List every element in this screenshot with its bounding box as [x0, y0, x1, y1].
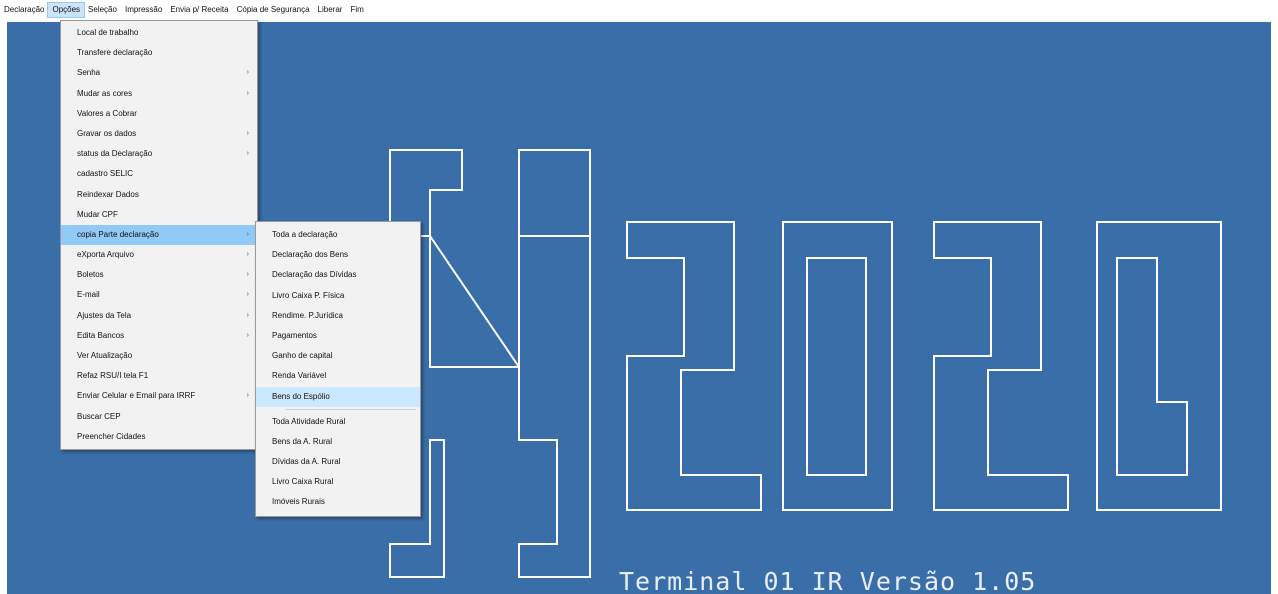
menu-envia-receita[interactable]: Envia p/ Receita	[166, 3, 232, 17]
menu-item-local-de-trabalho[interactable]: Local de trabalho	[61, 23, 257, 43]
submenu-arrow-icon: ›	[246, 392, 249, 400]
menu-item-e-mail[interactable]: E-mail ›	[61, 285, 257, 305]
submenu-item-declaracao-dos-bens[interactable]: Declaração dos Bens	[256, 245, 420, 265]
submenu-arrow-icon: ›	[246, 230, 249, 238]
opcoes-dropdown-menu: Local de trabalho Transfere declaração Sen…	[60, 20, 258, 450]
menu-item-valores-a-cobrar[interactable]: Valores a Cobrar	[61, 104, 257, 124]
menu-item-mudar-as-cores[interactable]: Mudar as cores ›	[61, 84, 257, 104]
logo-digit-2-a	[626, 221, 762, 511]
menu-item-label: Enviar Celular e Email para IRRF	[77, 391, 196, 401]
menu-item-mudar-cpf[interactable]: Mudar CPF	[61, 205, 257, 225]
menu-item-status-da-declaracao[interactable]: status da Declaração ›	[61, 144, 257, 164]
submenu-item-livro-caixa-p-fisica[interactable]: Livro Caixa P. Física	[256, 286, 420, 306]
logo-i-stem	[429, 232, 591, 578]
menu-item-cadastro-selic[interactable]: cadastro SELIC	[61, 164, 257, 184]
menu-item-ver-atualizacao[interactable]: Ver Atualização	[61, 346, 257, 366]
menu-item-label: Reindexar Dados	[77, 189, 139, 199]
menu-item-label: copia Parte declaração	[77, 229, 159, 239]
menu-item-label: Senha	[77, 68, 101, 78]
submenu-arrow-icon: ›	[246, 311, 249, 319]
menu-item-label: Refaz RSU/I tela F1	[77, 371, 149, 381]
submenu-arrow-icon: ›	[246, 129, 249, 137]
submenu-item-dividas-da-a-rural[interactable]: Dívidas da A. Rural	[256, 452, 420, 472]
logo-digit-0-a	[782, 221, 893, 511]
menu-item-label: Gravar os dados	[77, 128, 137, 138]
submenu-arrow-icon: ›	[246, 291, 249, 299]
copia-parte-submenu: Toda a declaração Declaração dos Bens Decl…	[255, 221, 421, 517]
menu-opcoes[interactable]: Opções	[47, 2, 86, 18]
menu-declaracao[interactable]: Declaração	[0, 3, 48, 17]
submenu-item-toda-a-declaracao[interactable]: Toda a declaração	[256, 225, 420, 245]
submenu-item-imoveis-rurais[interactable]: Imóveis Rurais	[256, 492, 420, 512]
menu-item-label: Preencher Cidades	[77, 431, 146, 441]
logo-i-dot	[518, 149, 591, 237]
submenu-arrow-icon: ›	[246, 89, 249, 97]
submenu-arrow-icon: ›	[246, 271, 249, 279]
submenu-arrow-icon: ›	[246, 150, 249, 158]
submenu-item-bens-da-a-rural[interactable]: Bens da A. Rural	[256, 432, 420, 452]
menu-item-senha[interactable]: Senha ›	[61, 63, 257, 83]
logo-digit-0-b	[1096, 221, 1222, 511]
menu-item-boletos[interactable]: Boletos ›	[61, 265, 257, 285]
submenu-arrow-icon: ›	[246, 69, 249, 77]
menu-item-exporta-arquivo[interactable]: eXporta Arquivo ›	[61, 245, 257, 265]
menu-separator	[286, 408, 416, 410]
menu-copia-seguranca[interactable]: Cópia de Segurança	[233, 3, 314, 17]
menu-item-label: Edita Bancos	[77, 330, 125, 340]
submenu-item-toda-atividade-rural[interactable]: Toda Atividade Rural	[256, 412, 420, 432]
menu-item-label: E-mail	[77, 290, 100, 300]
submenu-item-renda-variavel[interactable]: Renda Variável	[256, 366, 420, 386]
submenu-item-rendime-p-juridica[interactable]: Rendime. P.Jurídica	[256, 306, 420, 326]
menu-item-label: Mudar CPF	[77, 209, 118, 219]
menu-item-label: Ver Atualização	[77, 351, 133, 360]
menu-item-label: Boletos	[77, 270, 104, 280]
submenu-item-bens-do-espolio[interactable]: Bens do Espólio	[256, 386, 420, 407]
menu-fim[interactable]: Fim	[346, 3, 367, 17]
menu-item-label: eXporta Arquivo	[77, 250, 134, 260]
menu-item-label: status da Declaração	[77, 149, 153, 159]
menu-item-gravar-os-dados[interactable]: Gravar os dados ›	[61, 124, 257, 144]
menu-impressao[interactable]: Impressão	[121, 3, 166, 17]
logo-digit-2-b	[933, 221, 1069, 511]
menu-item-refaz-rsu-i-tela-f1[interactable]: Refaz RSU/I tela F1	[61, 366, 257, 386]
menu-item-label: Buscar CEP	[77, 411, 121, 421]
menu-item-copia-parte-declaracao[interactable]: copia Parte declaração ›	[61, 224, 257, 246]
submenu-item-pagamentos[interactable]: Pagamentos	[256, 326, 420, 346]
menu-bar: Declaração Opções Seleção Impressão Envi…	[0, 0, 1278, 20]
submenu-item-ganho-de-capital[interactable]: Ganho de capital	[256, 346, 420, 366]
menu-item-reindexar-dados[interactable]: Reindexar Dados	[61, 185, 257, 205]
menu-item-transfere-declaracao[interactable]: Transfere declaração	[61, 43, 257, 63]
menu-item-label: Valores a Cobrar	[77, 108, 137, 118]
menu-item-edita-bancos[interactable]: Edita Bancos ›	[61, 326, 257, 346]
submenu-item-declaracao-das-dividas[interactable]: Declaração das Dívidas	[256, 265, 420, 285]
menu-item-label: Local de trabalho	[77, 28, 139, 37]
menu-liberar[interactable]: Liberar	[314, 3, 347, 17]
submenu-item-livro-caixa-rural[interactable]: Livro Caixa Rural	[256, 472, 420, 492]
menu-item-label: cadastro SELIC	[77, 169, 134, 179]
submenu-arrow-icon: ›	[246, 251, 249, 259]
menu-item-label: Transfere declaração	[77, 48, 153, 58]
terminal-version-text: Terminal 01 IR Versão 1.05	[619, 567, 1037, 594]
submenu-arrow-icon: ›	[246, 331, 249, 339]
menu-selecao[interactable]: Seleção	[84, 3, 121, 17]
menu-item-label: Mudar as cores	[77, 88, 133, 98]
menu-item-buscar-cep[interactable]: Buscar CEP	[61, 407, 257, 427]
menu-item-enviar-celular-e-email-para-irrf[interactable]: Enviar Celular e Email para IRRF ›	[61, 386, 257, 406]
menu-item-ajustes-da-tela[interactable]: Ajustes da Tela ›	[61, 306, 257, 326]
menu-item-label: Ajustes da Tela	[77, 310, 132, 320]
menu-item-preencher-cidades[interactable]: Preencher Cidades	[61, 427, 257, 447]
